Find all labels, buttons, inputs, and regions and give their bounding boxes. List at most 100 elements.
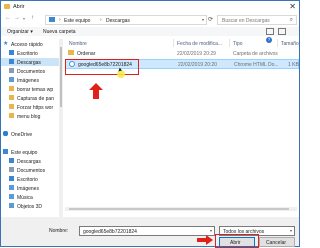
nav-item-escritorio[interactable]: Escritorio	[1, 49, 59, 57]
file-name: Ordenar	[77, 50, 96, 57]
folder-icon	[9, 95, 14, 100]
breadcrumb-item-este-equipo[interactable]: Este equipo	[64, 18, 90, 24]
forward-button[interactable]: →	[14, 15, 20, 21]
column-divider[interactable]	[277, 39, 278, 47]
desktop-icon	[9, 176, 14, 181]
up-button[interactable]: ↑	[31, 15, 34, 21]
folder-icon	[9, 104, 14, 109]
nav-onedrive[interactable]: OneDrive	[1, 130, 59, 138]
chevron-down-icon: ▾	[289, 228, 292, 233]
close-button[interactable]: ✕	[289, 2, 296, 11]
cube-icon	[9, 203, 14, 208]
filename-input[interactable]: googled65e8b72201824 ▾	[79, 226, 215, 236]
nav-label: Escritorio	[17, 50, 38, 57]
folder-icon	[9, 113, 14, 118]
nav-label: Imágenes	[17, 185, 39, 192]
breadcrumb-separator: ›	[100, 17, 102, 23]
arrow-up-icon	[89, 83, 103, 99]
new-folder-button[interactable]: Nueva carpeta	[43, 29, 76, 35]
file-date: 22/02/2019 20:29	[177, 50, 216, 57]
refresh-button[interactable]: ⟳	[208, 16, 213, 23]
nav-item-documentos[interactable]: Documentos	[1, 67, 59, 75]
column-header-date[interactable]: Fecha de modifica...	[177, 41, 222, 47]
nav-item-escritorio[interactable]: Escritorio	[1, 175, 59, 183]
nav-item-folder[interactable]: borrar temas wp	[1, 85, 59, 93]
nav-item-documentos[interactable]: Documentos	[1, 166, 59, 174]
command-bar: Organizar ▾ Nueva carpeta ?	[1, 27, 299, 43]
breadcrumb-separator: ›	[59, 17, 61, 23]
nav-label: Objetos 3D	[17, 203, 43, 210]
folder-icon	[4, 4, 10, 9]
horizontal-scrollbar[interactable]	[65, 207, 297, 211]
column-divider[interactable]	[173, 39, 174, 47]
file-date: 22/02/2019 20:20	[178, 61, 217, 68]
nav-scrollbar[interactable]	[59, 39, 63, 217]
nav-label: Escritorio	[17, 176, 38, 183]
column-header-name[interactable]: Nombre	[69, 41, 87, 47]
scrollbar-thumb[interactable]	[69, 208, 289, 210]
navigation-pane: ★ Acceso rápido Escritorio Descargas Doc…	[1, 38, 63, 218]
recent-locations-button[interactable]: ▾	[23, 16, 25, 21]
nav-label: borrar temas wp	[17, 86, 54, 93]
chevron-down-icon[interactable]: ▾	[202, 17, 204, 22]
computer-icon	[3, 149, 8, 154]
column-header-size[interactable]: Tamaño	[281, 41, 299, 47]
nav-item-folder[interactable]: menu blog	[1, 112, 59, 120]
address-bar: ← → ▾ ↑ › Este equipo › Descargas ▾ ⟳ Bu…	[1, 14, 299, 25]
desktop-icon	[9, 50, 14, 55]
nav-label: Música	[17, 194, 33, 201]
nav-item-musica[interactable]: Música	[1, 193, 59, 201]
view-options-icon[interactable]	[266, 28, 274, 35]
download-icon	[9, 59, 14, 64]
file-type: Carpeta de archivos	[233, 50, 278, 57]
pictures-icon	[9, 77, 14, 82]
scrollbar-thumb[interactable]	[60, 47, 62, 107]
organize-button[interactable]: Organizar ▾	[7, 29, 33, 35]
nav-label: Forzar https wor	[17, 104, 54, 111]
back-button[interactable]: ←	[5, 15, 11, 21]
pictures-icon	[9, 185, 14, 190]
search-icon: ⌕	[289, 16, 293, 23]
cloud-icon	[3, 131, 8, 136]
breadcrumb-item-descargas[interactable]: Descargas	[106, 18, 130, 24]
cancel-button-label: Cancelar	[266, 239, 287, 246]
preview-pane-icon[interactable]	[278, 28, 287, 35]
document-icon	[9, 68, 14, 73]
nav-item-descargas[interactable]: Descargas	[1, 157, 59, 165]
nav-item-imagenes[interactable]: Imágenes	[1, 76, 59, 84]
computer-icon	[49, 17, 55, 22]
music-icon	[9, 194, 14, 199]
toolbar-icons: ?	[263, 28, 293, 43]
nav-label: Capturas de pan	[17, 95, 54, 102]
folder-icon	[9, 86, 14, 91]
column-header-type[interactable]: Tipo	[233, 41, 243, 47]
nav-label: Descargas	[17, 59, 41, 66]
window-title: Abrir	[13, 4, 25, 10]
nav-label: Documentos	[17, 68, 46, 75]
nav-item-imagenes[interactable]: Imágenes	[1, 184, 59, 192]
search-input[interactable]: Buscar en Descargas ⌕	[217, 15, 297, 25]
mouse-cursor-icon	[117, 70, 125, 78]
nav-item-objetos-3d[interactable]: Objetos 3D	[1, 202, 59, 210]
open-file-dialog: Abrir ✕ ← → ▾ ↑ › Este equipo › Descarga…	[0, 0, 300, 248]
filename-value: googled65e8b72201824	[83, 228, 137, 235]
filename-label: Nombre:	[49, 228, 69, 234]
file-size: 1 KB	[288, 61, 299, 68]
chevron-down-icon[interactable]: ▾	[210, 228, 212, 233]
document-icon	[9, 167, 14, 172]
nav-quick-access[interactable]: ★ Acceso rápido	[1, 40, 59, 48]
title-bar: Abrir ✕	[1, 1, 299, 13]
nav-label: Acceso rápido	[11, 41, 43, 48]
nav-item-folder[interactable]: Capturas de pan	[1, 94, 59, 102]
file-type: Chrome HTML Do...	[234, 61, 279, 68]
column-headers: Nombre Fecha de modifica... Tipo Tamaño	[65, 39, 299, 47]
file-row-ordenar[interactable]: Ordenar 22/02/2019 20:29 Carpeta de arch…	[65, 49, 297, 57]
nav-item-folder[interactable]: Forzar https wor	[1, 103, 59, 111]
column-divider[interactable]	[229, 39, 230, 47]
search-placeholder: Buscar en Descargas	[222, 17, 270, 24]
breadcrumb[interactable]: › Este equipo › Descargas ▾	[45, 15, 207, 25]
nav-this-pc[interactable]: Este equipo	[1, 148, 59, 156]
nav-item-descargas[interactable]: Descargas	[1, 58, 59, 66]
download-icon	[9, 158, 14, 163]
nav-label: Descargas	[17, 158, 41, 165]
